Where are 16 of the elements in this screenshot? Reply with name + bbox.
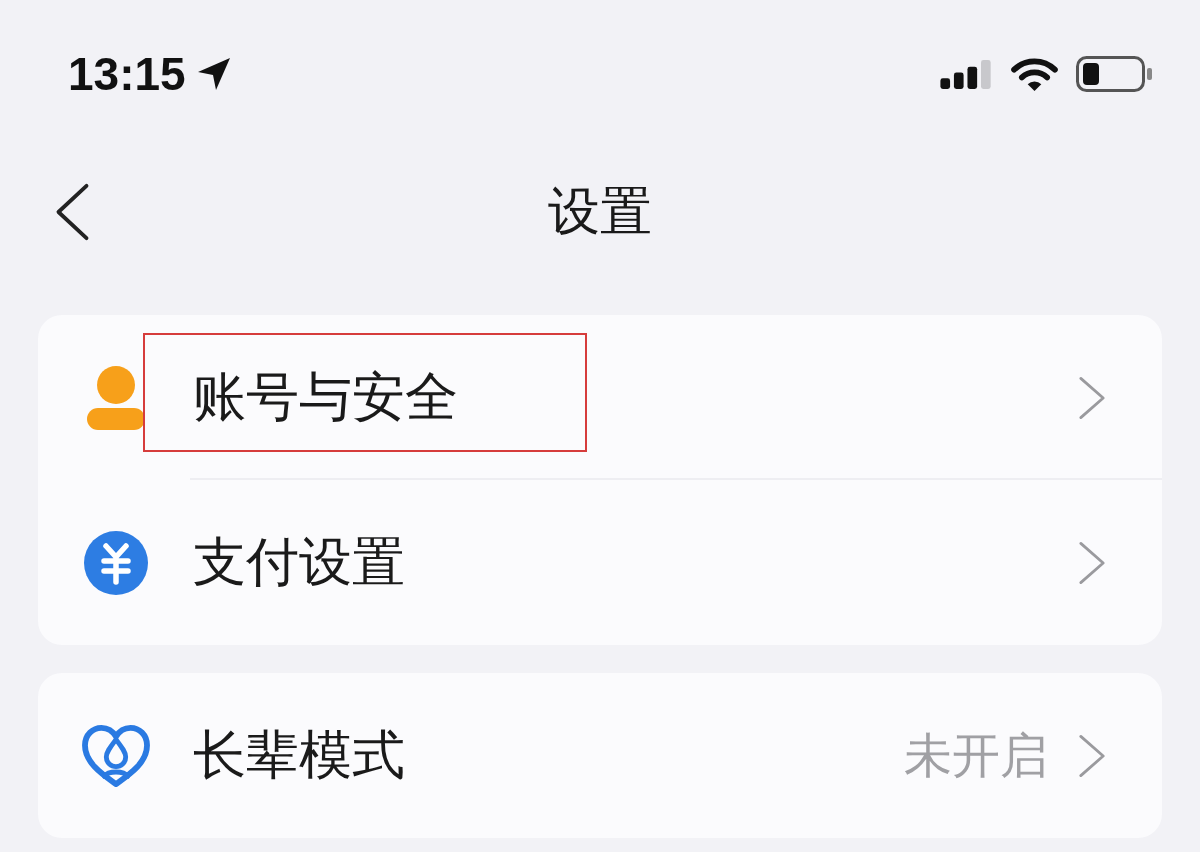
page-title: 设置	[548, 181, 652, 242]
settings-item-label[interactable]: 支付设置	[193, 526, 405, 599]
settings-item-label[interactable]: 长辈模式	[193, 719, 405, 792]
back-icon[interactable]	[54, 183, 90, 241]
settings-item-label[interactable]: 账号与安全	[193, 361, 458, 434]
status-value: 未开启	[904, 727, 1048, 784]
person-icon	[87, 365, 145, 430]
chevron-right-icon	[1078, 539, 1106, 586]
wifi-icon	[1011, 57, 1058, 91]
heart-icon	[81, 723, 151, 788]
chevron-right-icon	[1078, 732, 1106, 779]
chevron-right-icon	[1078, 374, 1106, 421]
battery-icon	[1076, 56, 1152, 92]
yen-icon	[84, 530, 148, 595]
signal-icon	[940, 59, 993, 89]
status-time: 13:15	[68, 51, 186, 97]
